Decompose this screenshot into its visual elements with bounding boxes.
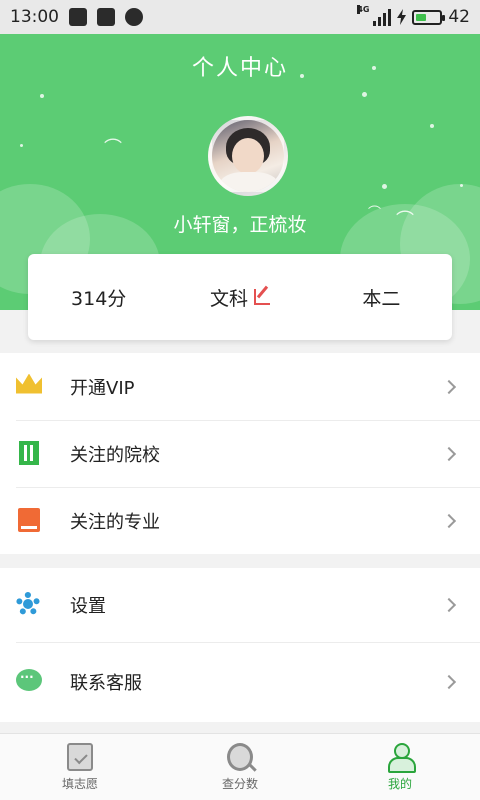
chevron-right-icon [441, 597, 457, 613]
chevron-right-icon [441, 379, 457, 394]
menu-item-settings[interactable]: 设置 [0, 568, 480, 642]
bird-icon: ⌒ [104, 138, 122, 159]
status-bar: 13:00 4G 42 [0, 0, 480, 34]
menu-item-followed-schools[interactable]: 关注的院校 [0, 420, 480, 487]
level-value: 本二 [362, 287, 401, 310]
book-icon [18, 507, 40, 532]
menu-item-label: 设置 [70, 596, 106, 617]
building-icon [19, 440, 39, 465]
chevron-right-icon [441, 674, 457, 690]
menu-group-primary: 开通VIP 关注的院校 关注的专业 [0, 353, 480, 554]
subject-value: 文科 [209, 287, 248, 310]
account-notification-icon [125, 8, 143, 26]
menu-group-secondary: 设置 联系客服 [0, 568, 480, 722]
tab-label: 我的 [387, 776, 412, 791]
charging-icon [397, 9, 407, 25]
tab-label: 查分数 [221, 776, 258, 791]
battery-percent: 42 [448, 7, 470, 27]
upload-notification-icon [69, 8, 87, 26]
menu-item-label: 联系客服 [70, 673, 142, 694]
search-icon [227, 742, 253, 771]
chat-icon [16, 669, 42, 691]
menu-item-vip[interactable]: 开通VIP [0, 353, 480, 420]
signal-icon: 4G [357, 5, 392, 26]
battery-icon [412, 9, 446, 25]
user-icon [387, 742, 416, 773]
menu-item-label: 开通VIP [70, 377, 135, 399]
gear-icon [16, 592, 40, 616]
tab-label: 填志愿 [61, 776, 98, 791]
menu-item-followed-majors[interactable]: 关注的专业 [0, 487, 480, 554]
app-notification-icon [97, 8, 115, 26]
score-stat: 314分 [28, 284, 169, 311]
chevron-right-icon [441, 446, 457, 461]
username: 小轩窗，正梳妆 [173, 214, 307, 236]
status-time: 13:00 [10, 7, 59, 27]
menu-item-customer-service[interactable]: 联系客服 [0, 642, 480, 722]
menu-item-label: 关注的院校 [70, 444, 160, 466]
menu-item-label: 关注的专业 [70, 511, 160, 533]
edit-icon[interactable] [254, 289, 270, 305]
subject-stat[interactable]: 文科 [169, 284, 310, 311]
form-icon [67, 742, 93, 771]
stats-card: 314分 文科 本二 [28, 254, 452, 340]
bottom-nav: 填志愿 查分数 我的 [0, 733, 480, 800]
tab-fill-application[interactable]: 填志愿 [0, 734, 160, 800]
page-title: 个人中心 [191, 56, 288, 81]
crown-icon [16, 373, 42, 394]
chevron-right-icon [441, 513, 457, 528]
score-value: 314分 [71, 287, 127, 310]
level-stat: 本二 [311, 284, 452, 311]
tab-mine[interactable]: 我的 [320, 734, 480, 800]
network-type: 4G [357, 5, 370, 14]
avatar[interactable] [208, 116, 288, 196]
tab-check-score[interactable]: 查分数 [160, 734, 320, 800]
